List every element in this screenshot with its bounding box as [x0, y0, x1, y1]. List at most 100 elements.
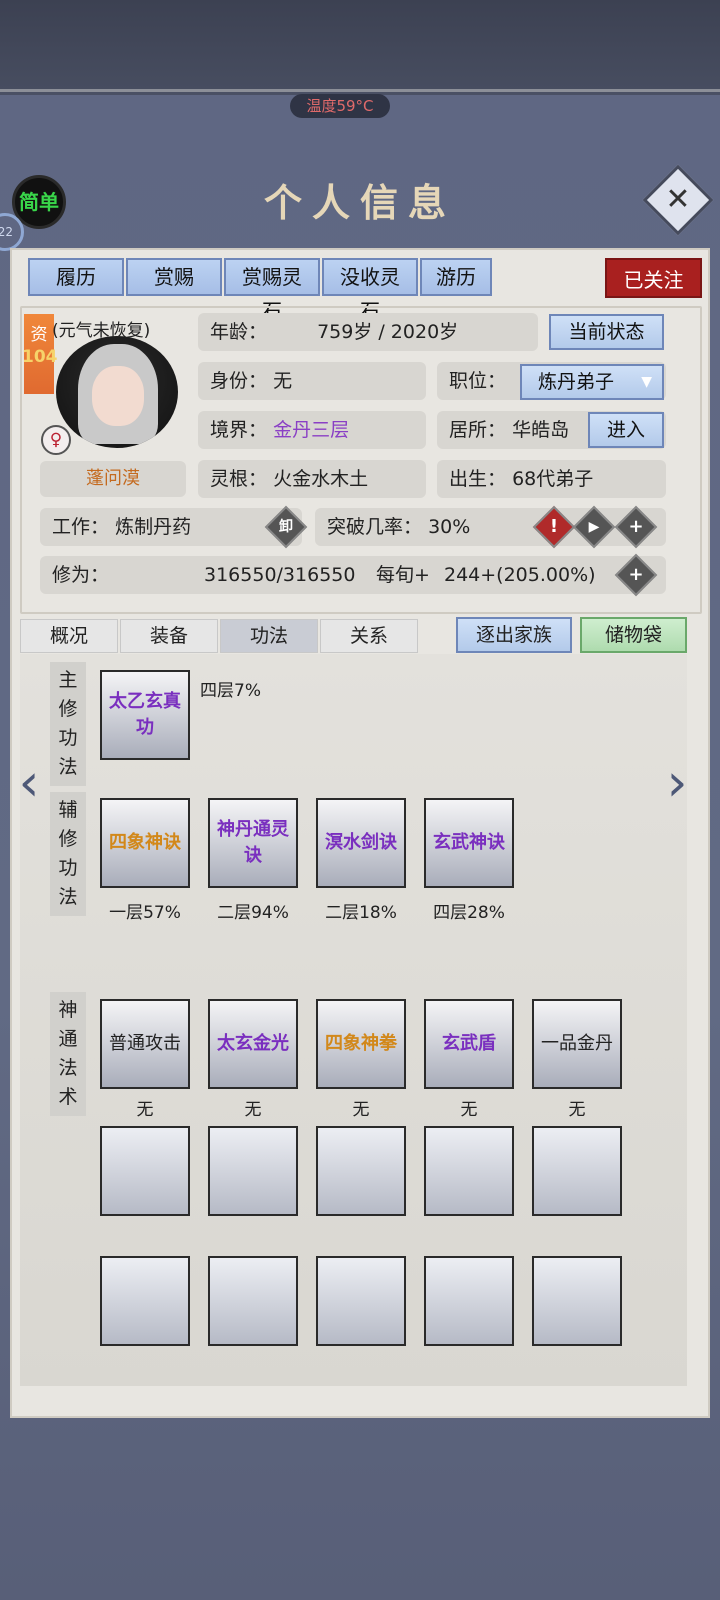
- empty-skill-slot[interactable]: [208, 1256, 298, 1346]
- magic-skill-name: 玄武盾: [442, 1033, 496, 1054]
- tab-relations[interactable]: 关系: [320, 619, 418, 653]
- tab-equipment[interactable]: 装备: [120, 619, 218, 653]
- followed-button[interactable]: 已关注: [605, 258, 702, 298]
- main-technique-slot[interactable]: 太乙玄真功: [100, 670, 190, 760]
- breakthrough-value: 30%: [428, 516, 471, 538]
- magic-skill-slot[interactable]: 玄武盾: [424, 999, 514, 1089]
- empty-skill-slot[interactable]: [532, 1126, 622, 1216]
- close-icon: ✕: [665, 182, 691, 217]
- magic-skill-slot[interactable]: 普通攻击: [100, 999, 190, 1089]
- breakthrough-label: 突破几率：: [327, 516, 423, 538]
- spirit-root-label: 灵根：: [210, 468, 268, 490]
- empty-skill-slot[interactable]: [424, 1256, 514, 1346]
- empty-skill-slot[interactable]: [316, 1126, 406, 1216]
- work-value: 炼制丹药: [115, 516, 192, 538]
- magic-skill-slot[interactable]: 太玄金光: [208, 999, 298, 1089]
- top-tab-bar: 履历 赏赐 赏赐灵石 没收灵石 游历: [28, 258, 492, 323]
- magic-skill-name: 普通攻击: [109, 1033, 181, 1054]
- magic-skill-level: 无: [352, 1100, 370, 1120]
- magic-skill-level: 无: [136, 1100, 154, 1120]
- chevron-right-icon[interactable]: ›: [662, 757, 692, 810]
- main-technique-level: 四层7%: [200, 681, 261, 701]
- aux-technique-slot[interactable]: 神丹通灵诀: [208, 798, 298, 888]
- empty-skill-slot[interactable]: [208, 1126, 298, 1216]
- empty-skill-slot[interactable]: [100, 1256, 190, 1346]
- position-dropdown[interactable]: 炼丹弟子 ▼: [520, 364, 664, 400]
- magic-skill-slot[interactable]: 四象神拳: [316, 999, 406, 1089]
- magic-skill-level: 无: [568, 1100, 586, 1120]
- aux-technique-slot[interactable]: 溟水剑诀: [316, 798, 406, 888]
- enter-residence-button[interactable]: 进入: [588, 412, 664, 448]
- chevron-down-icon: ▼: [641, 374, 652, 390]
- magic-skill-level: 无: [244, 1100, 262, 1120]
- empty-skill-slot[interactable]: [532, 1256, 622, 1346]
- cultivation-field: 修为： 316550/316550 每旬+ 244+(205.00%): [40, 556, 666, 594]
- detail-tab-bar: 概况 装备 功法 关系: [20, 619, 418, 653]
- identity-field: 身份： 无: [198, 362, 426, 400]
- tab-reward[interactable]: 赏赐: [126, 258, 222, 296]
- aux-technique-level: 四层28%: [433, 903, 505, 923]
- tab-travel[interactable]: 游历: [420, 258, 492, 296]
- page-title: 个人信息: [263, 180, 456, 225]
- realm-value: 金丹三层: [273, 419, 350, 441]
- aux-technique-slot[interactable]: 四象神诀: [100, 798, 190, 888]
- spirit-root-field: 灵根： 火金水木土: [198, 460, 426, 498]
- birth-label: 出生：: [449, 468, 507, 490]
- magic-skill-name: 一品金丹: [541, 1033, 613, 1054]
- chevron-left-icon[interactable]: ‹: [14, 757, 44, 810]
- magic-skill-name: 四象神拳: [325, 1033, 397, 1054]
- tab-techniques[interactable]: 功法: [220, 619, 318, 653]
- aux-technique-label: 辅修功法: [50, 792, 86, 916]
- magic-skill-level: 无: [460, 1100, 478, 1120]
- magic-skill-name: 太玄金光: [217, 1033, 289, 1054]
- tab-history[interactable]: 履历: [28, 258, 124, 296]
- aux-technique-level: 一层57%: [109, 903, 181, 923]
- magic-skill-slot[interactable]: 一品金丹: [532, 999, 622, 1089]
- play-icon: ▶: [588, 519, 600, 535]
- unload-icon: 卸: [279, 519, 293, 535]
- window-top-bar: [0, 0, 720, 92]
- aptitude-value: 104: [22, 347, 58, 367]
- aux-technique-level: 二层18%: [325, 903, 397, 923]
- aux-technique-name: 溟水剑诀: [325, 832, 397, 853]
- plus-icon: +: [628, 516, 644, 537]
- cultivation-label: 修为：: [52, 564, 110, 586]
- identity-value: 无: [273, 370, 293, 392]
- birth-field: 出生： 68代弟子: [437, 460, 666, 498]
- main-technique-label: 主修功法: [50, 662, 86, 786]
- aux-technique-name: 玄武神诀: [433, 832, 505, 853]
- aux-technique-level: 二层94%: [217, 903, 289, 923]
- cultivation-value: 316550/316550: [204, 564, 356, 586]
- age-label: 年龄：: [210, 321, 268, 343]
- current-state-button[interactable]: 当前状态: [549, 314, 664, 350]
- vitality-note: (元气未恢复): [52, 321, 151, 341]
- tab-confiscate-stones[interactable]: 没收灵石: [322, 258, 418, 323]
- magic-skill-label: 神通法术: [50, 992, 86, 1116]
- tab-reward-stones[interactable]: 赏赐灵石: [224, 258, 320, 323]
- empty-skill-slot[interactable]: [316, 1256, 406, 1346]
- exclamation-icon: !: [549, 516, 559, 537]
- expel-from-clan-button[interactable]: 逐出家族: [456, 617, 572, 653]
- work-label: 工作：: [52, 516, 110, 538]
- empty-skill-slot[interactable]: [100, 1126, 190, 1216]
- temperature-badge: 温度59°C: [290, 94, 390, 118]
- birth-value: 68代弟子: [512, 468, 594, 490]
- female-icon: ♀: [41, 425, 71, 455]
- per-turn-value: 244+(205.00%): [444, 564, 596, 586]
- aux-technique-name: 神丹通灵诀: [217, 819, 289, 866]
- main-technique-name: 太乙玄真功: [109, 691, 181, 738]
- age-field: 年龄： 759岁 / 2020岁: [198, 313, 538, 351]
- residence-value: 华皓岛: [512, 419, 570, 441]
- storage-bag-button[interactable]: 储物袋: [580, 617, 687, 653]
- tab-overview[interactable]: 概况: [20, 619, 118, 653]
- character-name[interactable]: 蓬问漠: [40, 461, 186, 497]
- residence-label: 居所：: [449, 419, 507, 441]
- avatar[interactable]: [56, 336, 178, 448]
- empty-skill-slot[interactable]: [424, 1126, 514, 1216]
- aux-technique-slot[interactable]: 玄武神诀: [424, 798, 514, 888]
- identity-label: 身份：: [210, 370, 268, 392]
- age-value: 759岁 / 2020岁: [317, 321, 459, 343]
- aux-technique-name: 四象神诀: [109, 832, 181, 853]
- work-field: 工作： 炼制丹药: [40, 508, 302, 546]
- realm-label: 境界：: [210, 419, 268, 441]
